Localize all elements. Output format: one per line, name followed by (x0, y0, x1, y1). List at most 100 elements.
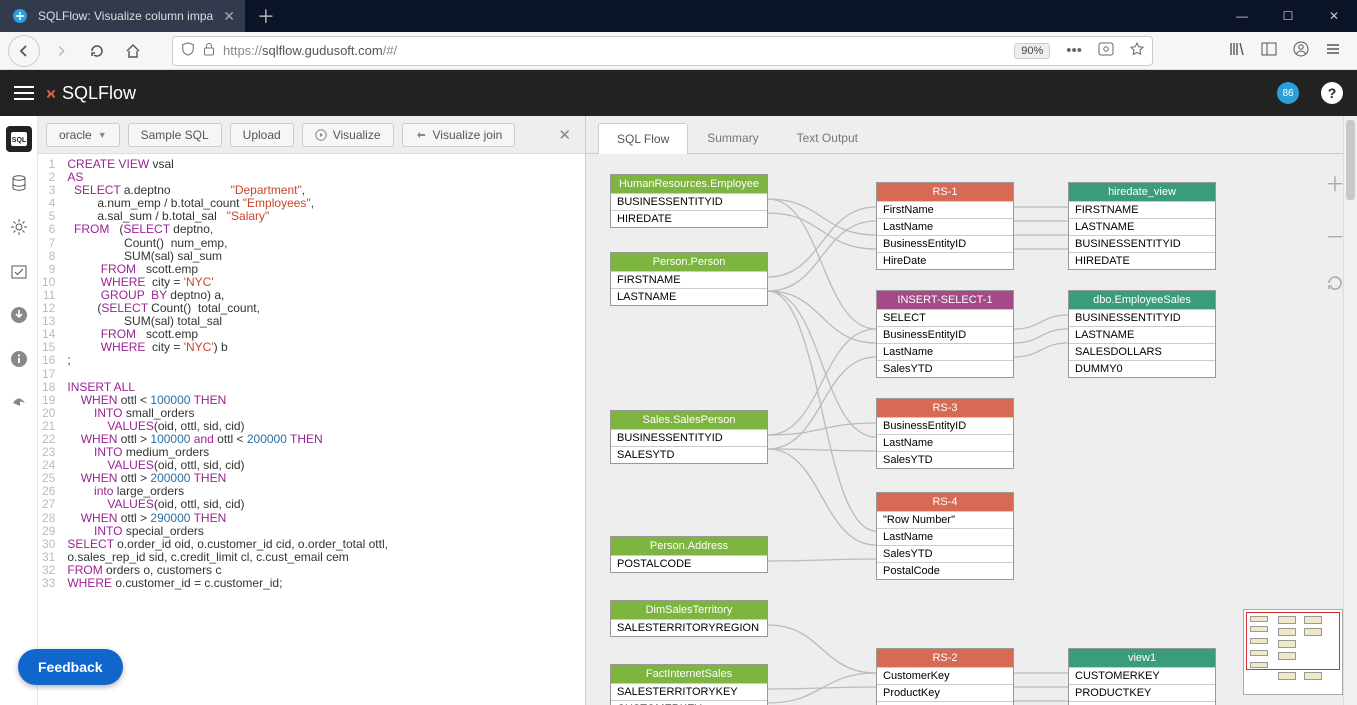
menu-icon[interactable] (1325, 41, 1341, 61)
flow-node[interactable]: dbo.EmployeeSalesBUSINESSENTITYIDLASTNAM… (1068, 290, 1216, 378)
node-column[interactable]: LastName (877, 343, 1013, 360)
flow-node[interactable]: RS-1FirstNameLastNameBusinessEntityIDHir… (876, 182, 1014, 270)
node-column[interactable]: BUSINESSENTITYID (611, 429, 767, 446)
node-column[interactable]: SALESTERRITORYKEY (611, 683, 767, 700)
node-column[interactable]: FirstName (877, 201, 1013, 218)
new-tab-button[interactable]: ＋ (251, 2, 281, 30)
visualize-button[interactable]: Visualize (302, 123, 394, 147)
node-column[interactable]: BusinessEntityID (877, 235, 1013, 252)
zoom-out-button[interactable]: － (1325, 221, 1345, 250)
rail-share-button[interactable] (6, 390, 32, 416)
flow-node[interactable]: DimSalesTerritorySALESTERRITORYREGION (610, 600, 768, 637)
node-column[interactable]: PRODUCTKEY (1069, 684, 1215, 701)
flow-node[interactable]: INSERT-SELECT-1SELECTBusinessEntityIDLas… (876, 290, 1014, 378)
node-column[interactable]: HireDate (877, 252, 1013, 269)
node-column[interactable]: LastName (877, 434, 1013, 451)
forward-button[interactable] (46, 36, 76, 66)
node-column[interactable]: CustomerKey (877, 667, 1013, 684)
window-close-icon[interactable]: ✕ (1311, 0, 1357, 32)
flow-node[interactable]: Sales.SalesPersonBUSINESSENTITYIDSALESYT… (610, 410, 768, 464)
app-scrollbar[interactable] (1343, 116, 1357, 705)
node-column[interactable]: LastName (877, 218, 1013, 235)
tracking-shield-icon[interactable] (181, 42, 195, 59)
zoom-in-button[interactable]: ＋ (1325, 168, 1345, 197)
notification-badge[interactable]: 86 (1277, 82, 1299, 104)
node-column[interactable]: FIRSTNAME (611, 271, 767, 288)
home-button[interactable] (118, 36, 148, 66)
zoom-reset-button[interactable] (1326, 274, 1344, 298)
node-column[interactable]: ProductKey (877, 684, 1013, 701)
browser-tab[interactable]: SQLFlow: Visualize column impa ✕ (0, 0, 245, 32)
flow-node[interactable]: Person.AddressPOSTALCODE (610, 536, 768, 573)
node-column[interactable]: SalesYTD (877, 545, 1013, 562)
rail-info-button[interactable] (6, 346, 32, 372)
flow-node[interactable]: view1CUSTOMERKEYPRODUCTKEYORDERDATEKEY (1068, 648, 1216, 705)
bookmark-icon[interactable] (1130, 42, 1144, 60)
editor-close-button[interactable]: ✕ (552, 122, 577, 148)
node-column[interactable]: CUSTOMERKEY (1069, 667, 1215, 684)
flow-node[interactable]: Person.PersonFIRSTNAMELASTNAME (610, 252, 768, 306)
page-actions-icon[interactable]: ••• (1066, 42, 1082, 59)
flow-node[interactable]: RS-2CustomerKeyProductKeyOrderDateKey (876, 648, 1014, 705)
window-maximize-icon[interactable]: ☐ (1265, 0, 1311, 32)
node-column[interactable]: HIREDATE (611, 210, 767, 227)
node-column[interactable]: LastName (877, 528, 1013, 545)
tab-close-icon[interactable]: ✕ (223, 8, 235, 25)
node-column[interactable]: POSTALCODE (611, 555, 767, 572)
node-column[interactable]: LASTNAME (1069, 218, 1215, 235)
rail-db-button[interactable] (6, 170, 32, 196)
account-icon[interactable] (1293, 41, 1309, 61)
node-column[interactable]: BusinessEntityID (877, 326, 1013, 343)
app-logo[interactable]: ›‹ SQLFlow (46, 83, 136, 104)
node-column[interactable]: ORDERDATEKEY (1069, 701, 1215, 705)
flow-node[interactable]: FactInternetSalesSALESTERRITORYKEYCUSTOM… (610, 664, 768, 705)
editor-code[interactable]: CREATE VIEW vsalAS SELECT a.deptno "Depa… (61, 154, 394, 705)
node-column[interactable]: DUMMY0 (1069, 360, 1215, 377)
flow-node[interactable]: RS-3BusinessEntityIDLastNameSalesYTD (876, 398, 1014, 469)
node-column[interactable]: FIRSTNAME (1069, 201, 1215, 218)
flow-node[interactable]: HumanResources.EmployeeBUSINESSENTITYIDH… (610, 174, 768, 228)
node-column[interactable]: SalesYTD (877, 451, 1013, 468)
tab-summary[interactable]: Summary (688, 122, 777, 153)
node-column[interactable]: CUSTOMERKEY (611, 700, 767, 705)
url-bar[interactable]: https://sqlflow.gudusoft.com/#/ 90% ••• (172, 36, 1153, 66)
lock-icon[interactable] (203, 42, 215, 59)
flow-canvas[interactable]: ＋ － (586, 154, 1357, 705)
visualize-join-button[interactable]: Visualize join (402, 123, 516, 147)
node-column[interactable]: SALESDOLLARS (1069, 343, 1215, 360)
zoom-badge[interactable]: 90% (1014, 43, 1050, 59)
library-icon[interactable] (1229, 41, 1245, 61)
app-menu-button[interactable] (14, 82, 34, 104)
tab-text-output[interactable]: Text Output (778, 122, 877, 153)
rail-sql-button[interactable]: SQL (6, 126, 32, 152)
node-column[interactable]: SALESTERRITORYREGION (611, 619, 767, 636)
sidebar-icon[interactable] (1261, 41, 1277, 61)
node-column[interactable]: BusinessEntityID (877, 417, 1013, 434)
node-column[interactable]: SALESYTD (611, 446, 767, 463)
node-column[interactable]: SalesYTD (877, 360, 1013, 377)
sample-sql-button[interactable]: Sample SQL (128, 123, 222, 147)
node-column[interactable]: BUSINESSENTITYID (611, 193, 767, 210)
node-column[interactable]: LASTNAME (1069, 326, 1215, 343)
upload-button[interactable]: Upload (230, 123, 294, 147)
node-column[interactable]: PostalCode (877, 562, 1013, 579)
window-minimize-icon[interactable]: — (1219, 0, 1265, 32)
flow-node[interactable]: hiredate_viewFIRSTNAMELASTNAMEBUSINESSEN… (1068, 182, 1216, 270)
node-column[interactable]: HIREDATE (1069, 252, 1215, 269)
reload-button[interactable] (82, 36, 112, 66)
help-button[interactable]: ? (1321, 82, 1343, 104)
node-column[interactable]: BUSINESSENTITYID (1069, 235, 1215, 252)
vendor-select[interactable]: oracle▼ (46, 123, 120, 147)
rail-settings-button[interactable] (6, 214, 32, 240)
tab-sql-flow[interactable]: SQL Flow (598, 123, 688, 154)
feedback-button[interactable]: Feedback (18, 649, 123, 685)
node-column[interactable]: LASTNAME (611, 288, 767, 305)
flow-node[interactable]: RS-4"Row Number"LastNameSalesYTDPostalCo… (876, 492, 1014, 580)
node-column[interactable]: BUSINESSENTITYID (1069, 309, 1215, 326)
node-column[interactable]: "Row Number" (877, 511, 1013, 528)
rail-check-button[interactable] (6, 258, 32, 284)
sql-editor[interactable]: 1234567891011121314151617181920212223242… (38, 154, 585, 705)
node-column[interactable]: OrderDateKey (877, 701, 1013, 705)
back-button[interactable] (8, 35, 40, 67)
minimap[interactable] (1243, 609, 1343, 695)
